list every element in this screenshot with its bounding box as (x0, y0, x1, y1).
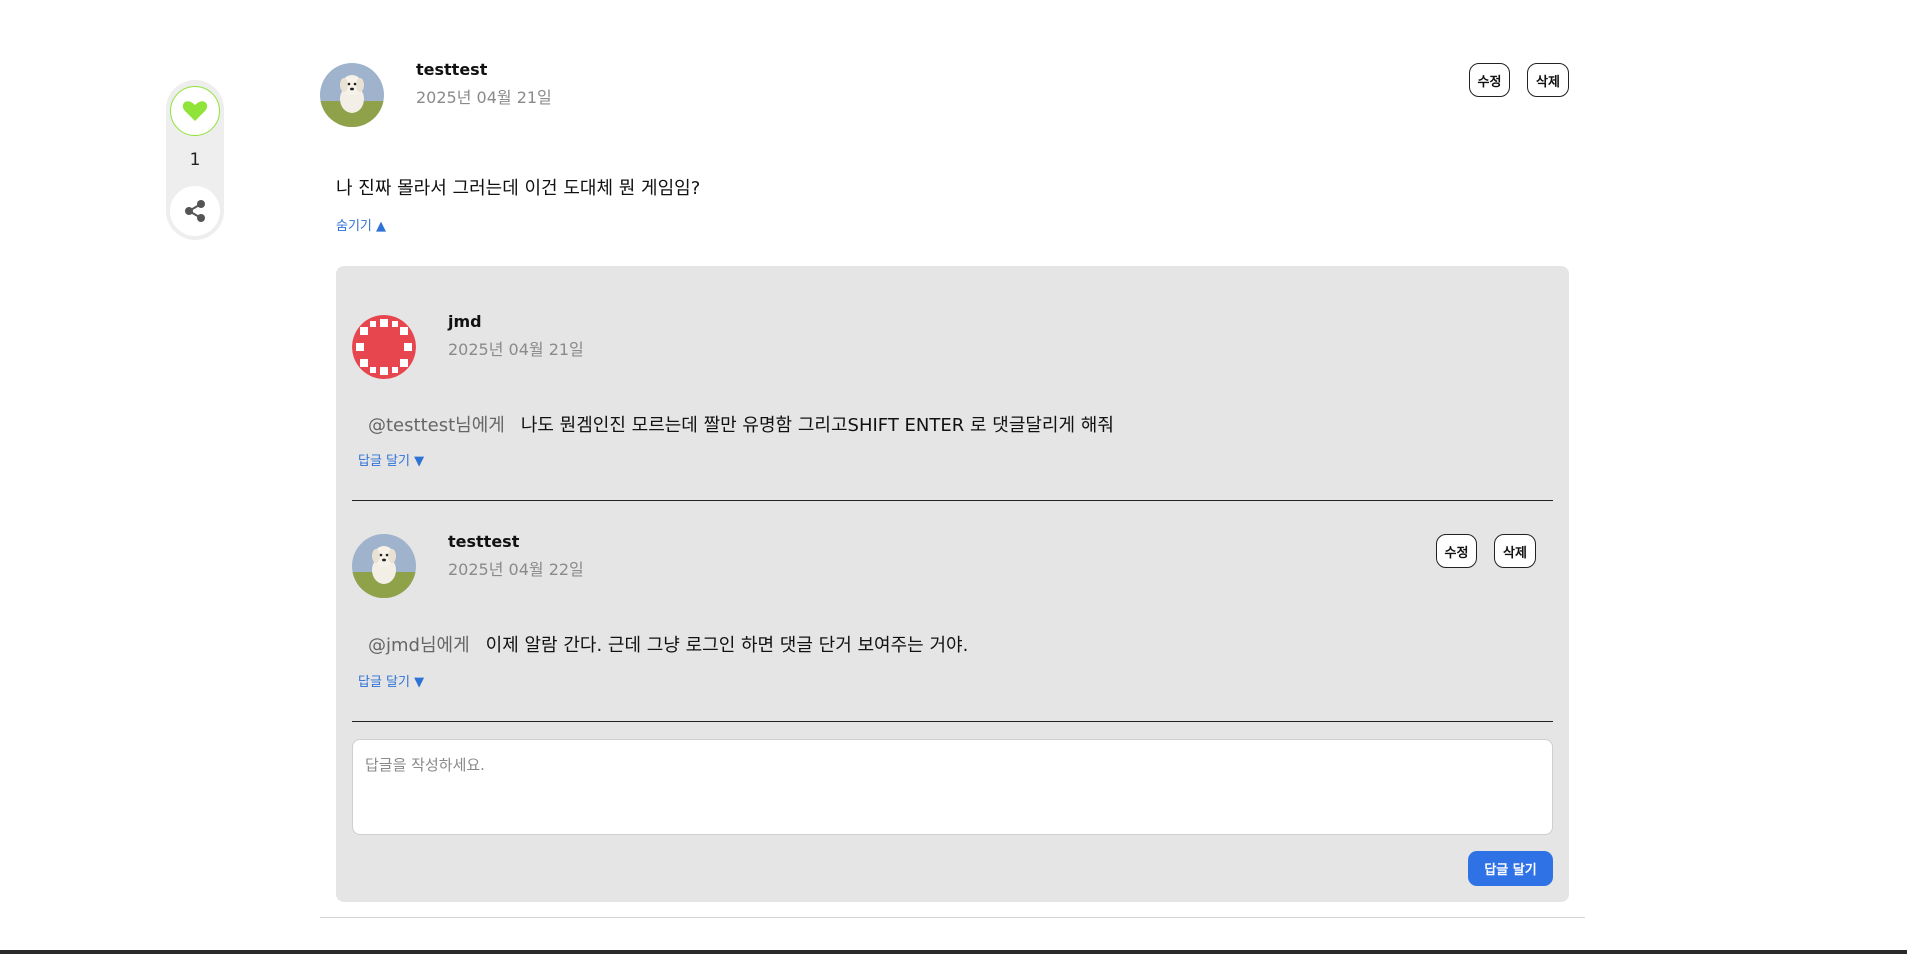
reply-divider (352, 500, 1553, 501)
post-date: 2025년 04월 21일 (416, 88, 552, 107)
section-divider (320, 917, 1585, 918)
reply-date: 2025년 04월 22일 (448, 560, 584, 579)
reply-content: @jmd님에게 이제 알람 간다. 근데 그냥 로그인 하면 댓글 단거 보여주는… (368, 631, 968, 657)
reply-author-avatar[interactable] (352, 534, 416, 598)
heart-icon (182, 101, 208, 121)
reply-content: @testtest님에게 나도 뭔겜인진 모르는데 짤만 유명함 그리고SHIFT… (368, 411, 1114, 437)
like-button[interactable] (170, 86, 220, 136)
reply-author-name[interactable]: testtest (448, 532, 519, 551)
post-delete-button[interactable]: 삭제 (1527, 63, 1569, 97)
post-author-name[interactable]: testtest (416, 60, 487, 79)
hide-replies-toggle[interactable]: 숨기기 ▲ (336, 215, 386, 234)
reply-input[interactable] (352, 739, 1553, 835)
post-author-avatar[interactable] (320, 63, 384, 127)
reply-toggle[interactable]: 답글 달기 ▼ (358, 671, 424, 690)
like-count: 1 (189, 150, 201, 170)
post-content: 나 진짜 몰라서 그러는데 이건 도대체 뭔 게임임? (336, 178, 701, 199)
reaction-sidebar: 1 (166, 80, 224, 240)
reply-date: 2025년 04월 21일 (448, 340, 584, 359)
reply-delete-button[interactable]: 삭제 (1494, 534, 1536, 568)
reply-divider (352, 721, 1553, 722)
reply-mention[interactable]: @jmd님에게 (368, 635, 470, 656)
reply-toggle[interactable]: 답글 달기 ▼ (358, 450, 424, 469)
reply-mention[interactable]: @testtest님에게 (368, 415, 505, 436)
reply-panel: jmd 2025년 04월 21일 @testtest님에게 나도 뭔겜인진 모르… (336, 266, 1569, 902)
submit-reply-button[interactable]: 답글 달기 (1468, 851, 1553, 886)
share-button[interactable] (170, 186, 220, 236)
footer-edge (0, 950, 1907, 954)
reply-body: 나도 뭔겜인진 모르는데 짤만 유명함 그리고SHIFT ENTER 로 댓글달… (520, 415, 1114, 436)
post-edit-button[interactable]: 수정 (1469, 63, 1510, 97)
reply-body: 이제 알람 간다. 근데 그냥 로그인 하면 댓글 단거 보여주는 거야. (485, 635, 969, 656)
reply-author-name[interactable]: jmd (448, 312, 482, 331)
share-icon (185, 200, 205, 222)
reply-author-avatar[interactable] (352, 315, 416, 379)
reply-edit-button[interactable]: 수정 (1436, 534, 1477, 568)
